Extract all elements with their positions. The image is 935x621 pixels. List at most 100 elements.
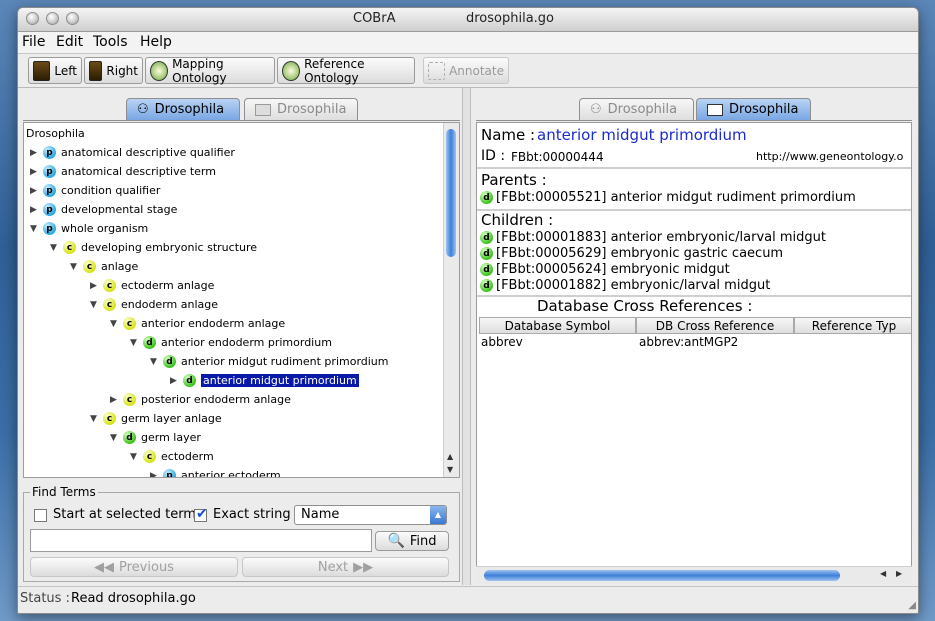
collapsed-toggle-icon[interactable]: ▶ [150,471,158,478]
scroll-up-arrow-icon[interactable]: ▲ [447,452,453,461]
previous-button[interactable]: ◀◀ Previous [30,557,238,577]
menu-bar: File Edit Tools Help [18,32,918,54]
tab-label: Drosophila [154,102,225,117]
xref-cell[interactable]: abbrev [481,335,523,349]
tree-structure-icon: ⚇ [590,102,602,117]
tree-node-label: anterior ectoderm [181,469,281,478]
resize-grip-icon[interactable]: ◢ [908,600,916,611]
term-type-d-icon: d [480,263,493,276]
menu-help[interactable]: Help [140,34,172,50]
tree-node[interactable]: ▶ p anatomical descriptive qualifier [30,143,235,162]
left-pane: ⚇ Drosophila Drosophila Drosophila ▶ p anat… [18,88,462,585]
tree-node[interactable]: ▶ c posterior endoderm anlage [110,390,291,409]
tree-node[interactable]: ▼ c endoderm anlage [90,295,218,314]
find-button[interactable]: 🔍 Find [375,531,449,551]
xref-header-reference[interactable]: DB Cross Reference [636,317,794,334]
annotate-button[interactable]: Annotate [423,57,509,84]
collapsed-toggle-icon[interactable]: ▶ [90,281,98,291]
collapsed-toggle-icon[interactable]: ▶ [30,186,38,196]
tree-node[interactable]: ▶ c ectoderm anlage [90,276,214,295]
left-button[interactable]: Left [28,57,82,84]
scroll-down-arrow-icon[interactable]: ▼ [447,465,453,474]
mapping-ontology-button[interactable]: Mapping Ontology [145,57,275,85]
expanded-toggle-icon[interactable]: ▼ [110,319,118,329]
right-button[interactable]: Right [84,57,143,84]
scrollbar-thumb[interactable] [446,129,456,257]
expanded-toggle-icon[interactable]: ▼ [90,414,98,424]
term-type-c-icon: c [123,393,136,406]
xref-header-symbol[interactable]: Database Symbol [479,317,636,334]
reference-ontology-button[interactable]: Reference Ontology [277,57,415,85]
find-input[interactable] [30,529,372,552]
next-button[interactable]: Next ▶▶ [242,557,449,577]
details-horizontal-scrollbar[interactable]: ◀ ▶ [476,566,912,584]
expanded-toggle-icon[interactable]: ▼ [130,452,138,462]
tree-node[interactable]: ▶ p anatomical descriptive term [30,162,216,181]
relation-item[interactable]: d [FBbt:00005624] embryonic midgut [480,262,730,277]
close-window-button[interactable] [26,12,39,25]
zoom-window-button[interactable] [66,12,79,25]
term-type-c-icon: c [123,317,136,330]
tree-node[interactable]: ▶ p anterior ectoderm [150,466,281,478]
tab-drosophila-tree-right[interactable]: ⚇ Drosophila [579,98,694,120]
menu-edit[interactable]: Edit [56,34,83,50]
status-label: Status : [20,591,70,606]
tree-node-label: posterior endoderm anlage [141,393,291,406]
expanded-toggle-icon[interactable]: ▼ [70,262,78,272]
document-icon [707,103,723,116]
xref-header-type[interactable]: Reference Typ [794,317,911,334]
expanded-toggle-icon[interactable]: ▼ [130,338,138,348]
tree-node[interactable]: ▼ p whole organism [30,219,148,238]
scrollbar-thumb[interactable] [484,570,840,581]
tree-node[interactable]: ▼ c anterior endoderm anlage [110,314,285,333]
term-type-d-icon: d [480,279,493,292]
tree-node[interactable]: ▶ p condition qualifier [30,181,160,200]
tree-node[interactable]: ▶ d anterior midgut primordium [170,371,359,390]
tab-drosophila-details-right[interactable]: Drosophila [696,98,811,120]
relation-item[interactable]: d [FBbt:00005629] embryonic gastric caecu… [480,246,783,261]
tree-node[interactable]: ▼ c ectoderm [130,447,214,466]
tree-node-label: anterior midgut primordium [201,374,359,387]
collapsed-toggle-icon[interactable]: ▶ [30,167,38,177]
collapsed-toggle-icon[interactable]: ▶ [30,205,38,215]
collapsed-toggle-icon[interactable]: ▶ [110,395,118,405]
pane-splitter[interactable] [462,88,471,585]
expanded-toggle-icon[interactable]: ▼ [50,243,58,253]
ontology-tree[interactable]: Drosophila ▶ p anatomical descriptive quali… [23,122,460,478]
name-label: Name : [481,126,536,144]
tree-node-label: germ layer anlage [121,412,222,425]
term-type-d-icon: d [480,231,493,244]
xref-cell[interactable]: abbrev:antMGP2 [639,335,738,349]
scroll-right-arrow-icon[interactable]: ▶ [896,569,902,578]
tree-node[interactable]: ▼ c germ layer anlage [90,409,222,428]
menu-tools[interactable]: Tools [93,34,128,50]
search-field-select[interactable]: Name ▲ [294,505,447,525]
relation-item[interactable]: d [FBbt:00005521] anterior midgut rudimen… [480,190,856,205]
expanded-toggle-icon[interactable]: ▼ [30,224,38,234]
expanded-toggle-icon[interactable]: ▼ [90,300,98,310]
minimize-window-button[interactable] [46,12,59,25]
tab-drosophila-details[interactable]: Drosophila [244,98,358,120]
start-at-selected-checkbox[interactable] [34,509,47,522]
tree-node[interactable]: ▶ p developmental stage [30,200,177,219]
tree-node[interactable]: ▼ d anterior endoderm primordium [130,333,332,352]
collapsed-toggle-icon[interactable]: ▶ [30,148,38,158]
relation-item-label: [FBbt:00001882] embryonic/larval midgut [496,278,771,293]
tree-node[interactable]: ▼ d anterior midgut rudiment primordium [150,352,389,371]
relation-item[interactable]: d [FBbt:00001882] embryonic/larval midgut [480,278,770,293]
folder-icon [33,60,51,81]
expanded-toggle-icon[interactable]: ▼ [110,433,118,443]
tree-vertical-scrollbar[interactable]: ▲ ▼ [443,123,459,477]
tree-node[interactable]: ▼ c anlage [70,257,138,276]
scroll-left-arrow-icon[interactable]: ◀ [880,569,886,578]
tree-node[interactable]: ▼ c developing embryonic structure [50,238,257,257]
menu-file[interactable]: File [22,34,45,50]
tree-node[interactable]: Drosophila [26,124,85,143]
exact-string-checkbox[interactable]: ✔ [194,506,208,522]
relation-item[interactable]: d [FBbt:00001883] anterior embryonic/larv… [480,230,826,245]
expanded-toggle-icon[interactable]: ▼ [150,357,158,367]
collapsed-toggle-icon[interactable]: ▶ [170,376,178,386]
term-type-c-icon: c [103,279,116,292]
tree-node[interactable]: ▼ d germ layer [110,428,201,447]
tab-drosophila-tree[interactable]: ⚇ Drosophila [126,98,240,120]
